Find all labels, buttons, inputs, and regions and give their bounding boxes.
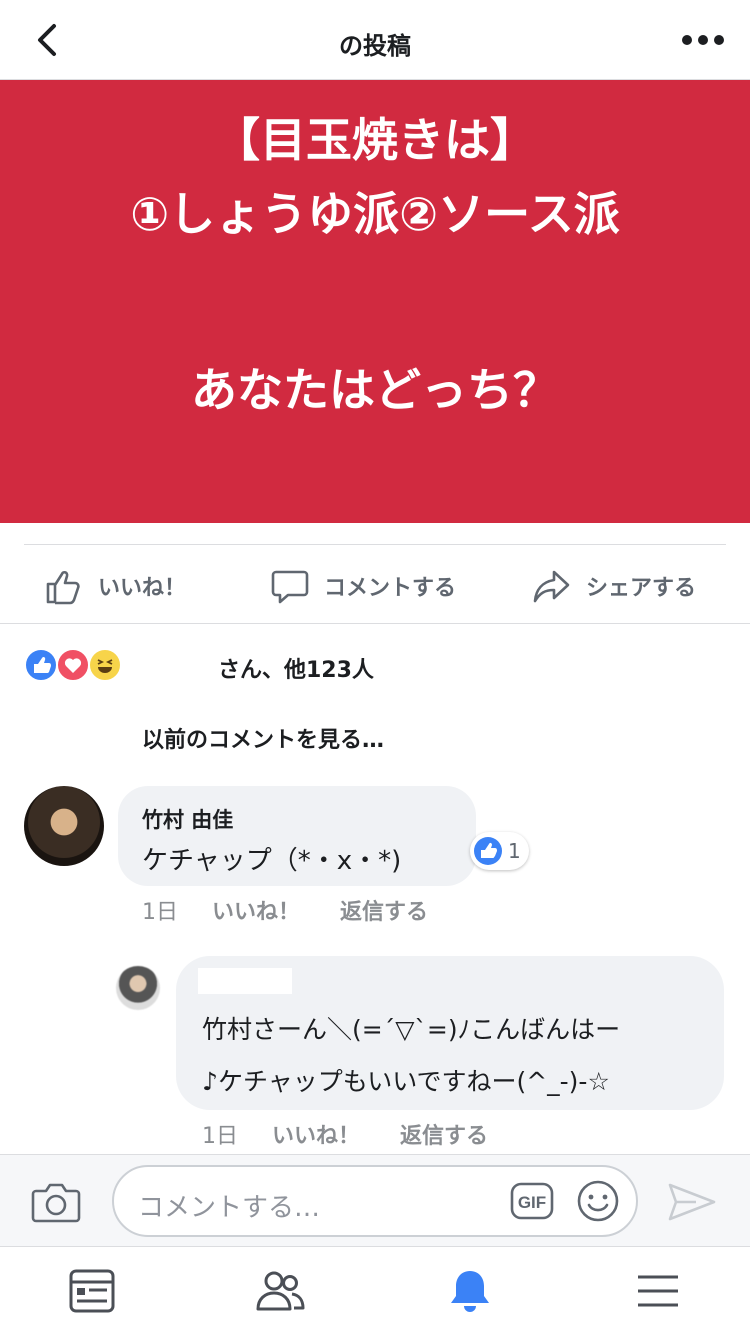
reaction-summary[interactable]: さん、他123人 [218,652,374,684]
reply-text-line: ♪ケチャップもいいですねー(^_-)-☆ [202,1067,610,1096]
camera-icon[interactable] [30,1179,82,1225]
gif-icon[interactable]: GIF [510,1181,554,1221]
comment-text: ケチャップ（*・x・*) [142,846,402,876]
comment-like-button[interactable]: いいね！ [212,894,340,926]
share-button[interactable]: シェアする [532,564,696,608]
post-options-line: ①しょうゆ派②ソース派 [130,187,620,241]
post-action-bar: いいね！ コメントする シェアする [0,546,750,624]
share-label: シェアする [586,576,697,601]
bottom-tab-bar [0,1246,750,1334]
comment-button[interactable]: コメントする [270,564,456,608]
notifications-icon[interactable] [444,1267,496,1315]
comment-bubble: 竹村 由佳 ケチャップ（*・x・*) [118,786,476,886]
haha-reaction-icon [88,648,122,682]
reply-like-button[interactable]: いいね！ [272,1118,400,1150]
avatar[interactable] [116,966,160,1010]
more-horizontal-icon[interactable] [678,18,728,62]
send-icon[interactable] [666,1179,718,1225]
top-nav-bar: の投稿 [0,0,750,80]
comment-label: コメントする [324,576,457,601]
comment-meta: 1日 いいね！ 返信する [142,894,428,926]
reply-meta: 1日 いいね！ 返信する [202,1118,488,1150]
menu-icon[interactable] [632,1267,684,1315]
comment-author[interactable]: 竹村 由佳 [142,804,233,834]
page-title: の投稿 [339,32,411,60]
reply-time: 1日 [202,1124,238,1149]
reply-text-line: 竹村さーん＼(=´▽`=)ﾉこんばんはー [202,1015,621,1044]
friends-icon[interactable] [254,1267,306,1315]
comment-reply-button[interactable]: 返信する [340,894,428,926]
comment-like-count[interactable]: 1 [470,832,529,870]
divider [24,544,726,545]
reply-bubble: 竹村さーん＼(=´▽`=)ﾉこんばんはー ♪ケチャップもいいですねー(^_-)-… [176,956,724,1110]
post-title-line: 【目玉焼きは】 [214,113,536,167]
view-previous-comments-link[interactable]: 以前のコメントを見る… [142,722,384,754]
comment-input-placeholder: コメントする… [138,1193,321,1223]
like-label: いいね！ [98,576,187,601]
like-count-value: 1 [508,839,521,863]
like-reaction-icon [474,837,502,865]
love-reaction-icon [56,648,90,682]
comment-time: 1日 [142,900,178,925]
post-question-line: あなたはどっち？ [191,363,559,417]
emoji-icon[interactable] [576,1179,620,1223]
reply-reply-button[interactable]: 返信する [400,1118,488,1150]
comment-composer: コメントする… GIF [0,1154,750,1246]
like-button[interactable]: いいね！ [44,564,186,608]
like-reaction-icon [24,648,58,682]
svg-text:GIF: GIF [518,1193,546,1212]
avatar[interactable] [24,786,104,866]
comment-bubble-icon [271,570,309,604]
redacted-author-name [198,968,292,994]
news-feed-icon[interactable] [66,1267,118,1315]
share-arrow-icon [533,570,570,603]
post-banner: 【目玉焼きは】 ①しょうゆ派②ソース派 あなたはどっち？ [0,80,750,523]
thumbs-up-icon [46,570,80,605]
comment-input[interactable]: コメントする… GIF [112,1165,638,1237]
